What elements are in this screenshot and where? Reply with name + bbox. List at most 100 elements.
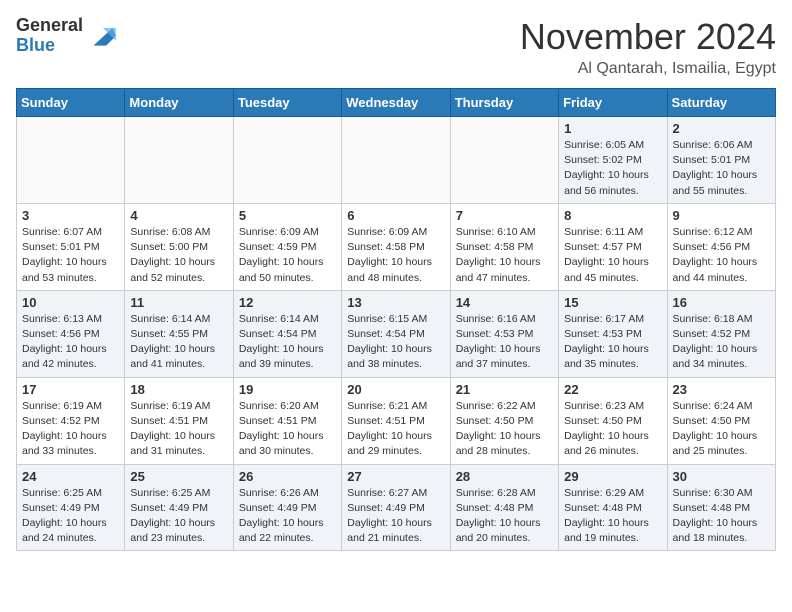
day-info: Sunrise: 6:17 AM Sunset: 4:53 PM Dayligh… bbox=[564, 312, 661, 373]
calendar-cell bbox=[342, 117, 450, 204]
day-number: 22 bbox=[564, 382, 661, 397]
day-info: Sunrise: 6:16 AM Sunset: 4:53 PM Dayligh… bbox=[456, 312, 553, 373]
calendar-cell: 24 Sunrise: 6:25 AM Sunset: 4:49 PM Dayli… bbox=[17, 464, 125, 551]
weekday-header-thursday: Thursday bbox=[450, 89, 558, 117]
day-number: 3 bbox=[22, 208, 119, 223]
calendar-cell: 15 Sunrise: 6:17 AM Sunset: 4:53 PM Dayli… bbox=[559, 290, 667, 377]
calendar-week-row: 1 Sunrise: 6:05 AM Sunset: 5:02 PM Daylig… bbox=[17, 117, 776, 204]
day-number: 23 bbox=[673, 382, 770, 397]
day-info: Sunrise: 6:10 AM Sunset: 4:58 PM Dayligh… bbox=[456, 225, 553, 286]
page-header: General Blue November 2024 Al Qantarah, … bbox=[16, 16, 776, 78]
day-number: 27 bbox=[347, 469, 444, 484]
day-info: Sunrise: 6:13 AM Sunset: 4:56 PM Dayligh… bbox=[22, 312, 119, 373]
day-info: Sunrise: 6:14 AM Sunset: 4:54 PM Dayligh… bbox=[239, 312, 336, 373]
calendar-cell bbox=[233, 117, 341, 204]
day-number: 13 bbox=[347, 295, 444, 310]
calendar-cell: 1 Sunrise: 6:05 AM Sunset: 5:02 PM Daylig… bbox=[559, 117, 667, 204]
day-info: Sunrise: 6:07 AM Sunset: 5:01 PM Dayligh… bbox=[22, 225, 119, 286]
calendar-cell: 4 Sunrise: 6:08 AM Sunset: 5:00 PM Daylig… bbox=[125, 203, 233, 290]
weekday-header-sunday: Sunday bbox=[17, 89, 125, 117]
calendar-cell: 9 Sunrise: 6:12 AM Sunset: 4:56 PM Daylig… bbox=[667, 203, 775, 290]
weekday-header-wednesday: Wednesday bbox=[342, 89, 450, 117]
day-number: 29 bbox=[564, 469, 661, 484]
calendar-cell: 20Sunrise: 6:21 AM Sunset: 4:51 PM Dayli… bbox=[342, 377, 450, 464]
calendar-cell: 2 Sunrise: 6:06 AM Sunset: 5:01 PM Daylig… bbox=[667, 117, 775, 204]
weekday-header-saturday: Saturday bbox=[667, 89, 775, 117]
day-info: Sunrise: 6:29 AM Sunset: 4:48 PM Dayligh… bbox=[564, 486, 661, 547]
calendar-cell: 16Sunrise: 6:18 AM Sunset: 4:52 PM Dayli… bbox=[667, 290, 775, 377]
calendar-cell: 14Sunrise: 6:16 AM Sunset: 4:53 PM Dayli… bbox=[450, 290, 558, 377]
day-number: 17 bbox=[22, 382, 119, 397]
day-info: Sunrise: 6:12 AM Sunset: 4:56 PM Dayligh… bbox=[673, 225, 770, 286]
calendar-cell: 12 Sunrise: 6:14 AM Sunset: 4:54 PM Dayli… bbox=[233, 290, 341, 377]
calendar-cell: 10 Sunrise: 6:13 AM Sunset: 4:56 PM Dayli… bbox=[17, 290, 125, 377]
day-number: 24 bbox=[22, 469, 119, 484]
calendar-cell: 11Sunrise: 6:14 AM Sunset: 4:55 PM Dayli… bbox=[125, 290, 233, 377]
weekday-header-row: SundayMondayTuesdayWednesdayThursdayFrid… bbox=[17, 89, 776, 117]
calendar-cell: 13 Sunrise: 6:15 AM Sunset: 4:54 PM Dayli… bbox=[342, 290, 450, 377]
day-number: 30 bbox=[673, 469, 770, 484]
day-info: Sunrise: 6:19 AM Sunset: 4:52 PM Dayligh… bbox=[22, 399, 119, 460]
day-info: Sunrise: 6:06 AM Sunset: 5:01 PM Dayligh… bbox=[673, 138, 770, 199]
logo-icon bbox=[87, 20, 119, 52]
day-info: Sunrise: 6:30 AM Sunset: 4:48 PM Dayligh… bbox=[673, 486, 770, 547]
calendar-cell: 22 Sunrise: 6:23 AM Sunset: 4:50 PM Dayli… bbox=[559, 377, 667, 464]
logo-general: General bbox=[16, 16, 83, 36]
calendar-cell: 6Sunrise: 6:09 AM Sunset: 4:58 PM Daylig… bbox=[342, 203, 450, 290]
day-info: Sunrise: 6:21 AM Sunset: 4:51 PM Dayligh… bbox=[347, 399, 444, 460]
day-number: 2 bbox=[673, 121, 770, 136]
calendar-week-row: 10 Sunrise: 6:13 AM Sunset: 4:56 PM Dayli… bbox=[17, 290, 776, 377]
day-number: 10 bbox=[22, 295, 119, 310]
calendar-cell: 3 Sunrise: 6:07 AM Sunset: 5:01 PM Daylig… bbox=[17, 203, 125, 290]
day-number: 8 bbox=[564, 208, 661, 223]
weekday-header-friday: Friday bbox=[559, 89, 667, 117]
day-info: Sunrise: 6:22 AM Sunset: 4:50 PM Dayligh… bbox=[456, 399, 553, 460]
calendar-cell: 25Sunrise: 6:25 AM Sunset: 4:49 PM Dayli… bbox=[125, 464, 233, 551]
day-number: 19 bbox=[239, 382, 336, 397]
day-number: 5 bbox=[239, 208, 336, 223]
calendar-cell: 29 Sunrise: 6:29 AM Sunset: 4:48 PM Dayli… bbox=[559, 464, 667, 551]
day-info: Sunrise: 6:24 AM Sunset: 4:50 PM Dayligh… bbox=[673, 399, 770, 460]
day-info: Sunrise: 6:08 AM Sunset: 5:00 PM Dayligh… bbox=[130, 225, 227, 286]
day-info: Sunrise: 6:14 AM Sunset: 4:55 PM Dayligh… bbox=[130, 312, 227, 373]
calendar-cell: 27 Sunrise: 6:27 AM Sunset: 4:49 PM Dayli… bbox=[342, 464, 450, 551]
day-number: 18 bbox=[130, 382, 227, 397]
day-info: Sunrise: 6:25 AM Sunset: 4:49 PM Dayligh… bbox=[22, 486, 119, 547]
calendar-cell bbox=[17, 117, 125, 204]
day-number: 26 bbox=[239, 469, 336, 484]
calendar-cell: 19Sunrise: 6:20 AM Sunset: 4:51 PM Dayli… bbox=[233, 377, 341, 464]
day-number: 25 bbox=[130, 469, 227, 484]
calendar-cell: 7Sunrise: 6:10 AM Sunset: 4:58 PM Daylig… bbox=[450, 203, 558, 290]
calendar-week-row: 3 Sunrise: 6:07 AM Sunset: 5:01 PM Daylig… bbox=[17, 203, 776, 290]
day-number: 9 bbox=[673, 208, 770, 223]
day-info: Sunrise: 6:19 AM Sunset: 4:51 PM Dayligh… bbox=[130, 399, 227, 460]
calendar-cell bbox=[125, 117, 233, 204]
logo: General Blue bbox=[16, 16, 119, 56]
day-info: Sunrise: 6:28 AM Sunset: 4:48 PM Dayligh… bbox=[456, 486, 553, 547]
weekday-header-monday: Monday bbox=[125, 89, 233, 117]
calendar-cell: 23 Sunrise: 6:24 AM Sunset: 4:50 PM Dayli… bbox=[667, 377, 775, 464]
calendar-cell: 30 Sunrise: 6:30 AM Sunset: 4:48 PM Dayli… bbox=[667, 464, 775, 551]
day-number: 15 bbox=[564, 295, 661, 310]
day-info: Sunrise: 6:09 AM Sunset: 4:59 PM Dayligh… bbox=[239, 225, 336, 286]
day-info: Sunrise: 6:23 AM Sunset: 4:50 PM Dayligh… bbox=[564, 399, 661, 460]
calendar-cell: 17 Sunrise: 6:19 AM Sunset: 4:52 PM Dayli… bbox=[17, 377, 125, 464]
day-info: Sunrise: 6:09 AM Sunset: 4:58 PM Dayligh… bbox=[347, 225, 444, 286]
calendar-week-row: 17 Sunrise: 6:19 AM Sunset: 4:52 PM Dayli… bbox=[17, 377, 776, 464]
calendar-cell: 28Sunrise: 6:28 AM Sunset: 4:48 PM Dayli… bbox=[450, 464, 558, 551]
day-number: 4 bbox=[130, 208, 227, 223]
calendar-cell: 8 Sunrise: 6:11 AM Sunset: 4:57 PM Daylig… bbox=[559, 203, 667, 290]
title-block: November 2024 Al Qantarah, Ismailia, Egy… bbox=[520, 16, 776, 78]
calendar-cell bbox=[450, 117, 558, 204]
weekday-header-tuesday: Tuesday bbox=[233, 89, 341, 117]
day-info: Sunrise: 6:15 AM Sunset: 4:54 PM Dayligh… bbox=[347, 312, 444, 373]
calendar-table: SundayMondayTuesdayWednesdayThursdayFrid… bbox=[16, 88, 776, 551]
day-number: 16 bbox=[673, 295, 770, 310]
day-number: 1 bbox=[564, 121, 661, 136]
day-number: 21 bbox=[456, 382, 553, 397]
location-title: Al Qantarah, Ismailia, Egypt bbox=[520, 60, 776, 78]
day-info: Sunrise: 6:05 AM Sunset: 5:02 PM Dayligh… bbox=[564, 138, 661, 199]
day-info: Sunrise: 6:11 AM Sunset: 4:57 PM Dayligh… bbox=[564, 225, 661, 286]
day-number: 12 bbox=[239, 295, 336, 310]
day-info: Sunrise: 6:27 AM Sunset: 4:49 PM Dayligh… bbox=[347, 486, 444, 547]
